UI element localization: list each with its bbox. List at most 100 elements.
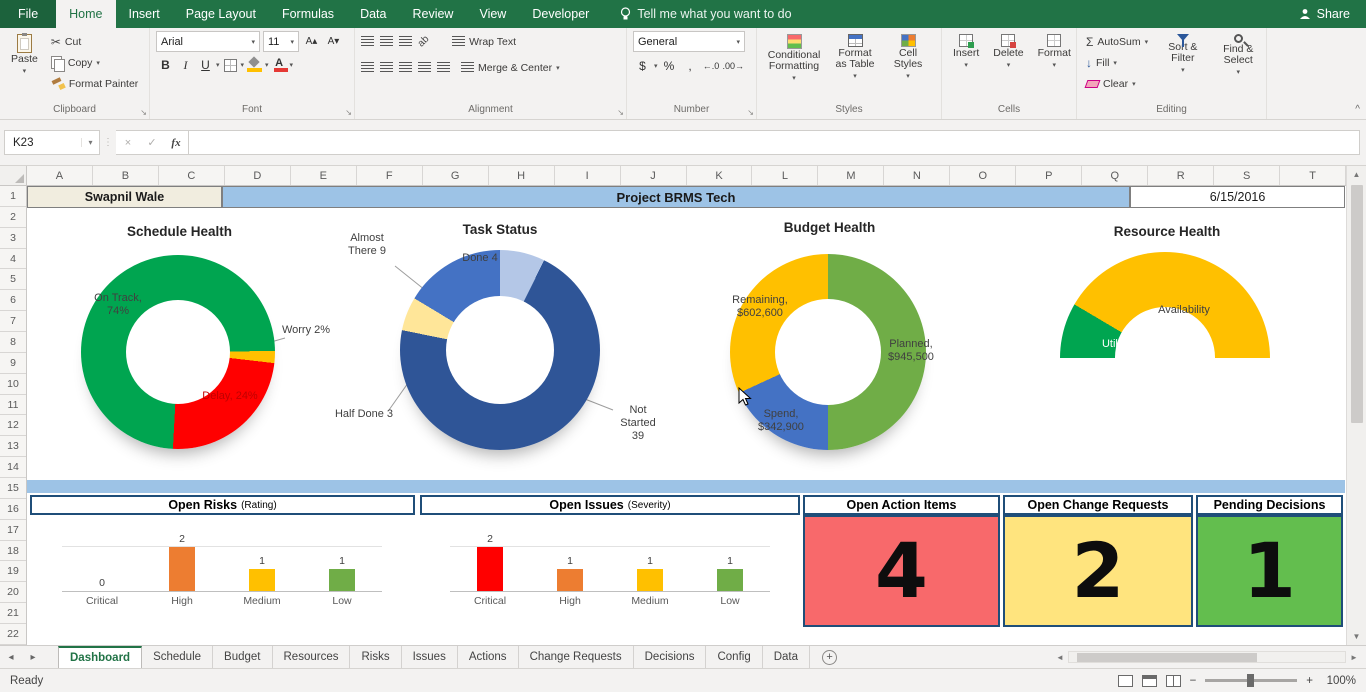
name-box[interactable]: K23 ▾ — [4, 130, 100, 155]
ribbon-tab-review[interactable]: Review — [399, 0, 466, 28]
scroll-left-arrow[interactable]: ◄ — [1052, 653, 1068, 662]
column-header-P[interactable]: P — [1016, 166, 1082, 185]
normal-view-button[interactable] — [1118, 675, 1133, 687]
wrap-text-button[interactable]: Wrap Text — [449, 31, 519, 52]
sheet-nav-left-button[interactable]: ◂ — [0, 646, 22, 668]
page-break-view-button[interactable] — [1166, 675, 1181, 687]
row-header-6[interactable]: 6 — [0, 290, 26, 311]
sheet-tab-issues[interactable]: Issues — [402, 646, 458, 668]
row-header-20[interactable]: 20 — [0, 582, 26, 603]
sheet-tab-schedule[interactable]: Schedule — [142, 646, 213, 668]
ribbon-tab-formulas[interactable]: Formulas — [269, 0, 347, 28]
row-header-17[interactable]: 17 — [0, 520, 26, 541]
sheet-nav-right-button[interactable]: ▸ — [22, 646, 44, 668]
sheet-tab-data[interactable]: Data — [763, 646, 810, 668]
format-painter-button[interactable]: Format Painter — [48, 73, 141, 94]
formula-bar-handle[interactable]: ⋮ — [100, 137, 116, 148]
zoom-slider[interactable] — [1205, 679, 1297, 682]
column-header-R[interactable]: R — [1148, 166, 1214, 185]
sheet-canvas[interactable]: Swapnil Wale Project BRMS Tech 6/15/2016… — [27, 186, 1345, 645]
ribbon-tab-page-layout[interactable]: Page Layout — [173, 0, 269, 28]
find-select-button[interactable]: Find & Select▾ — [1215, 31, 1262, 81]
font-size-combo[interactable]: 11▾ — [263, 31, 299, 52]
merge-center-button[interactable]: Merge & Center▾ — [458, 57, 563, 78]
column-header-D[interactable]: D — [225, 166, 291, 185]
scroll-up-arrow[interactable]: ▲ — [1347, 166, 1366, 183]
share-button[interactable]: Share — [1283, 0, 1366, 28]
zoom-in-button[interactable]: + — [1306, 675, 1313, 687]
borders-button[interactable] — [221, 55, 240, 75]
row-header-22[interactable]: 22 — [0, 624, 26, 645]
grow-font-button[interactable]: A▴ — [302, 32, 321, 52]
paste-button[interactable]: Paste ▾ — [6, 31, 43, 80]
column-header-E[interactable]: E — [291, 166, 357, 185]
vertical-scroll-thumb[interactable] — [1351, 185, 1363, 423]
row-header-10[interactable]: 10 — [0, 374, 26, 395]
number-format-combo[interactable]: General▾ — [633, 31, 745, 52]
ribbon-tab-home[interactable]: Home — [56, 0, 115, 28]
project-title-cell[interactable]: Project BRMS Tech — [222, 186, 1130, 208]
ribbon-tab-insert[interactable]: Insert — [116, 0, 173, 28]
comma-button[interactable]: , — [681, 56, 700, 76]
column-header-F[interactable]: F — [357, 166, 423, 185]
autosum-button[interactable]: ΣAutoSum▾ — [1083, 31, 1151, 52]
decrease-indent-icon[interactable] — [418, 62, 431, 73]
row-header-8[interactable]: 8 — [0, 332, 26, 353]
zoom-level[interactable]: 100% — [1322, 675, 1356, 687]
formula-input[interactable] — [189, 130, 1360, 155]
align-middle-icon[interactable] — [380, 36, 393, 47]
row-header-15[interactable]: 15 — [0, 478, 26, 499]
collapse-ribbon-button[interactable]: ^ — [1355, 104, 1360, 115]
bold-button[interactable]: B — [156, 55, 175, 75]
align-top-icon[interactable] — [361, 36, 374, 47]
column-header-O[interactable]: O — [950, 166, 1016, 185]
dialog-launcher-icon[interactable]: ↘ — [747, 109, 754, 117]
column-header-B[interactable]: B — [93, 166, 159, 185]
open-change-requests-panel[interactable]: 2 — [1003, 515, 1193, 627]
increase-indent-icon[interactable] — [437, 62, 450, 73]
format-as-table-button[interactable]: Format as Table▾ — [827, 31, 883, 85]
horizontal-scrollbar[interactable]: ◄ ► — [1052, 649, 1362, 665]
ribbon-tab-file[interactable]: File — [0, 0, 56, 28]
pending-decisions-panel[interactable]: 1 — [1196, 515, 1343, 627]
owner-cell[interactable]: Swapnil Wale — [27, 186, 222, 208]
align-left-icon[interactable] — [361, 62, 374, 73]
underline-button[interactable]: U — [196, 55, 215, 75]
vertical-scrollbar[interactable]: ▲ ▼ — [1346, 166, 1366, 645]
zoom-slider-thumb[interactable] — [1247, 674, 1254, 687]
align-bottom-icon[interactable] — [399, 36, 412, 47]
column-header-Q[interactable]: Q — [1082, 166, 1148, 185]
insert-cells-button[interactable]: Insert▾ — [948, 31, 984, 74]
column-header-G[interactable]: G — [423, 166, 489, 185]
column-header-I[interactable]: I — [555, 166, 621, 185]
delete-cells-button[interactable]: Delete▾ — [988, 31, 1028, 74]
row-header-19[interactable]: 19 — [0, 561, 26, 582]
row-header-12[interactable]: 12 — [0, 415, 26, 436]
fill-color-button[interactable] — [245, 55, 264, 75]
sheet-tab-decisions[interactable]: Decisions — [634, 646, 707, 668]
row-header-16[interactable]: 16 — [0, 499, 26, 520]
sheet-tab-config[interactable]: Config — [706, 646, 762, 668]
dialog-launcher-icon[interactable]: ↘ — [140, 109, 147, 117]
orientation-icon[interactable]: ab — [416, 34, 432, 50]
date-cell[interactable]: 6/15/2016 — [1130, 186, 1345, 208]
column-header-C[interactable]: C — [159, 166, 225, 185]
dialog-launcher-icon[interactable]: ↘ — [345, 109, 352, 117]
copy-button[interactable]: Copy▾ — [48, 52, 141, 73]
sort-filter-button[interactable]: Sort & Filter▾ — [1159, 31, 1206, 79]
font-color-button[interactable]: A — [270, 55, 289, 75]
row-header-11[interactable]: 11 — [0, 395, 26, 416]
sheet-tab-change-requests[interactable]: Change Requests — [519, 646, 634, 668]
cancel-entry-button[interactable]: × — [116, 137, 140, 149]
sheet-tab-actions[interactable]: Actions — [458, 646, 519, 668]
tell-me-box[interactable]: Tell me what you want to do — [620, 0, 791, 28]
italic-button[interactable]: I — [176, 55, 195, 75]
row-header-2[interactable]: 2 — [0, 207, 26, 228]
row-header-9[interactable]: 9 — [0, 353, 26, 374]
column-header-S[interactable]: S — [1214, 166, 1280, 185]
cut-button[interactable]: ✂Cut — [48, 31, 141, 52]
percent-button[interactable]: % — [660, 56, 679, 76]
column-header-T[interactable]: T — [1280, 166, 1346, 185]
fill-button[interactable]: ↓Fill▾ — [1083, 52, 1151, 73]
ribbon-tab-data[interactable]: Data — [347, 0, 399, 28]
